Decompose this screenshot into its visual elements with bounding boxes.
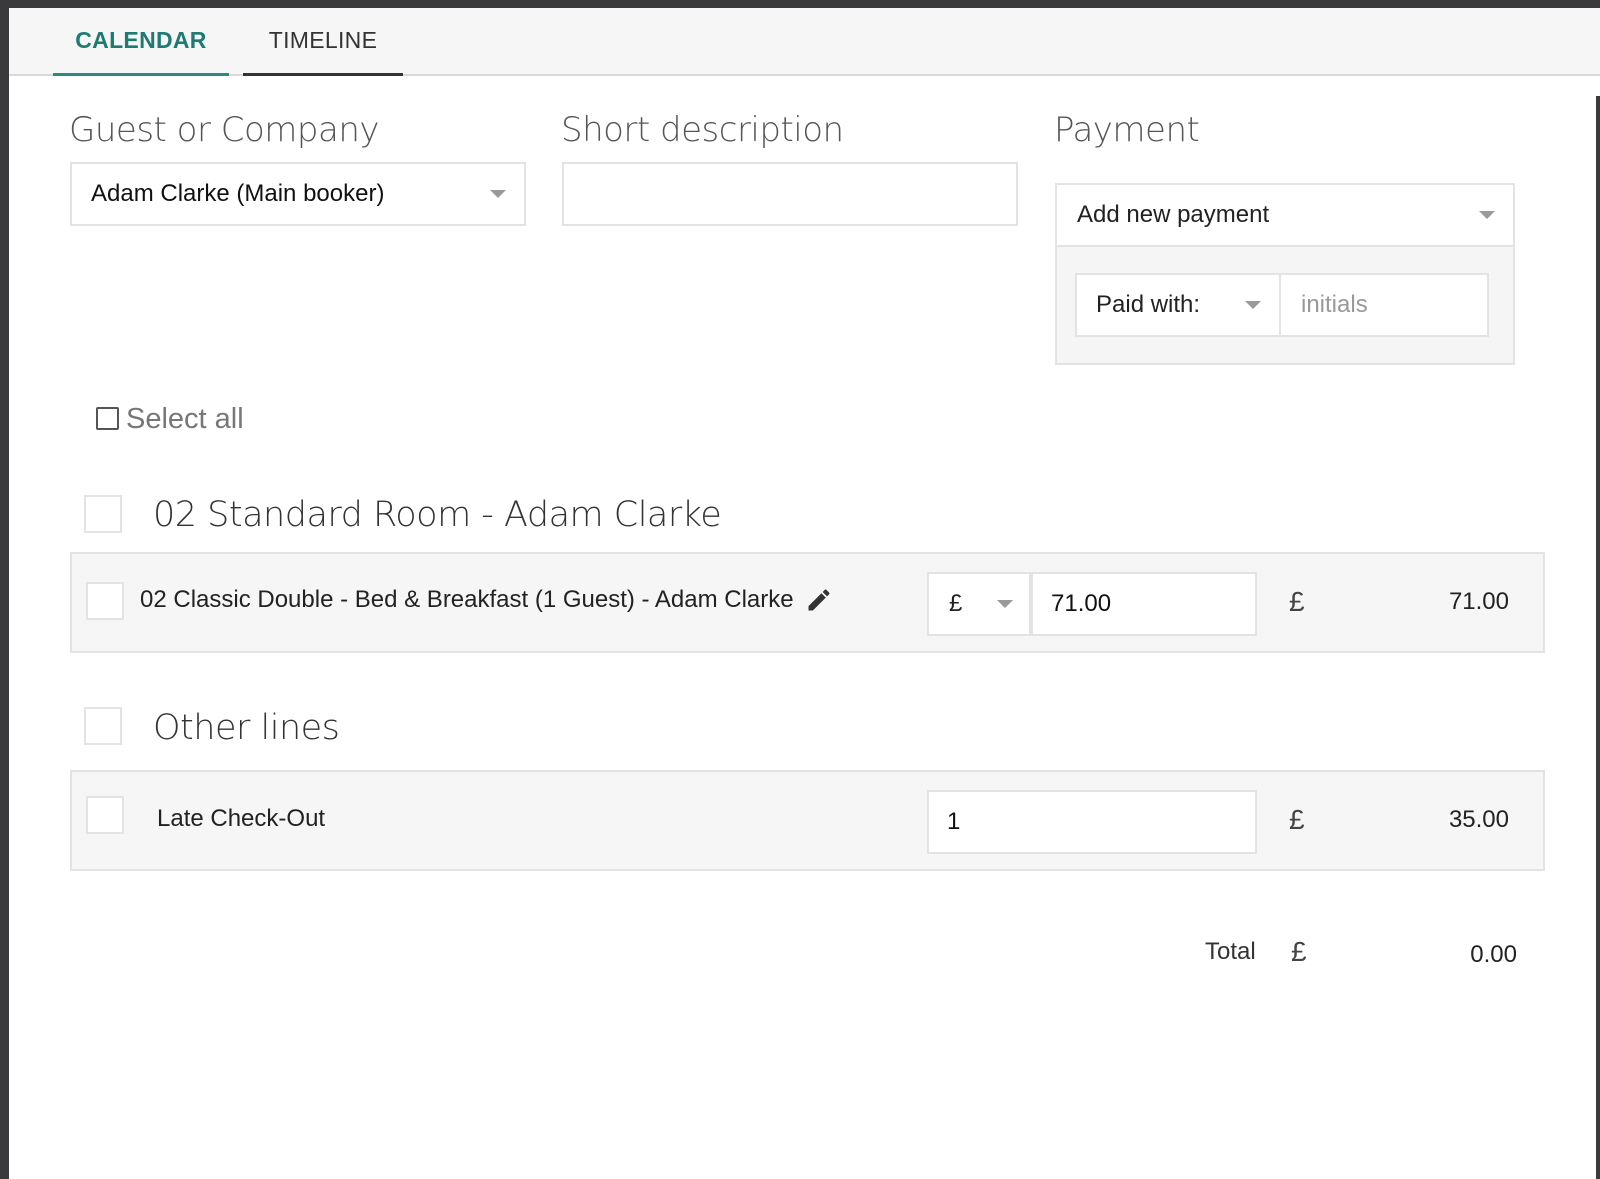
guest-select-value: Adam Clarke (Main booker) xyxy=(91,180,385,207)
line-checkbox[interactable] xyxy=(86,796,124,834)
payment-select-value: Add new payment xyxy=(1077,201,1270,228)
caret-down-icon xyxy=(1479,211,1495,219)
select-all-checkbox[interactable] xyxy=(96,407,119,430)
line-total: 35.00 xyxy=(1448,806,1509,833)
total-label: Total xyxy=(1205,938,1256,965)
invoice-panel: CALENDAR TIMELINE Guest or Company Adam … xyxy=(9,8,1600,1179)
line-description: 02 Classic Double - Bed & Breakfast (1 G… xyxy=(140,586,794,613)
currency-value: £ xyxy=(949,590,963,617)
pencil-icon[interactable] xyxy=(805,586,833,614)
line-currency-symbol: £ xyxy=(1289,804,1305,835)
paid-with-select[interactable]: Paid with: xyxy=(1075,273,1281,337)
description-input[interactable] xyxy=(562,162,1018,226)
invoice-line-row: Late Check-Out £ 35.00 xyxy=(70,770,1545,871)
total-currency-symbol: £ xyxy=(1291,936,1307,967)
tab-bar: CALENDAR TIMELINE xyxy=(9,8,1600,76)
guest-label: Guest or Company xyxy=(69,110,380,150)
scrollbar-edge xyxy=(1596,96,1600,1179)
invoice-line-row: 02 Classic Double - Bed & Breakfast (1 G… xyxy=(70,552,1545,653)
line-total: 71.00 xyxy=(1448,588,1509,615)
description-label: Short description xyxy=(561,110,844,150)
guest-select[interactable]: Adam Clarke (Main booker) xyxy=(70,162,526,226)
select-all-label[interactable]: Select all xyxy=(126,403,244,436)
group-title: 02 Standard Room - Adam Clarke xyxy=(153,495,722,535)
payment-label: Payment xyxy=(1054,110,1200,150)
line-description: Late Check-Out xyxy=(157,805,326,832)
total-value: 0.00 xyxy=(1470,941,1517,968)
initials-input[interactable] xyxy=(1281,273,1489,337)
caret-down-icon xyxy=(1245,301,1261,309)
payment-select[interactable]: Add new payment xyxy=(1055,183,1515,247)
line-checkbox[interactable] xyxy=(86,582,124,620)
tab-calendar[interactable]: CALENDAR xyxy=(53,8,229,76)
group-checkbox[interactable] xyxy=(84,495,122,533)
caret-down-icon xyxy=(490,190,506,198)
amount-input[interactable] xyxy=(1031,572,1257,636)
tab-timeline[interactable]: TIMELINE xyxy=(243,8,403,76)
currency-select[interactable]: £ xyxy=(927,572,1031,636)
paid-with-label: Paid with: xyxy=(1096,291,1201,318)
caret-down-icon xyxy=(997,600,1013,608)
group-title: Other lines xyxy=(153,708,340,748)
line-currency-symbol: £ xyxy=(1289,586,1305,617)
quantity-input[interactable] xyxy=(927,790,1257,854)
payment-panel: Add new payment Paid with: xyxy=(1055,183,1515,365)
group-checkbox[interactable] xyxy=(84,707,122,745)
